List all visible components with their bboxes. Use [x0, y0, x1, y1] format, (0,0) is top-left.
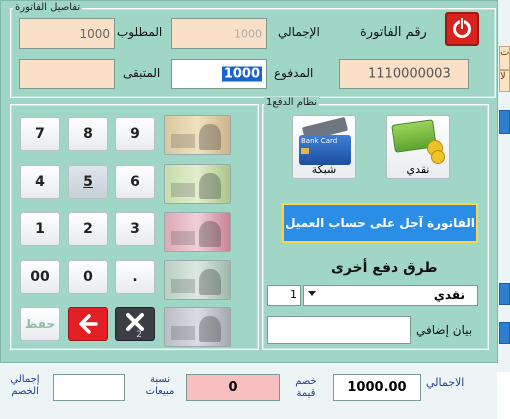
other-methods-label: طرق دفع أخرى — [331, 260, 438, 276]
discount-value: 0 — [228, 380, 238, 395]
close-power-button[interactable] — [445, 12, 479, 46]
banknote-10-building — [171, 326, 195, 340]
payment-dialog: تفاصيل الفاتورة 1000 المطلوب 1000 الإجما… — [0, 0, 498, 363]
total-label: الإجمالي — [278, 25, 320, 39]
required-label: المطلوب — [117, 25, 163, 39]
card-label: شبكة — [311, 163, 337, 176]
footer-total-value: 1000.00 — [347, 380, 407, 395]
banknote-500-building — [171, 134, 195, 148]
invoice-number-value: 1110000003 — [368, 66, 451, 82]
close-icon — [126, 313, 144, 331]
total-discount-label: إجمالي الخصم — [5, 374, 45, 398]
total-discount-label-line2: الخصم — [11, 386, 39, 397]
side-blue-button-1[interactable] — [499, 110, 510, 134]
invoice-number-label: رقم الفاتورة — [360, 25, 427, 40]
key-5[interactable]: 5 — [68, 165, 108, 199]
total-amount-value: 1000 — [234, 27, 262, 40]
banknote-100-building — [171, 231, 195, 245]
card-chip-icon — [301, 148, 309, 154]
coin-icon-2 — [431, 150, 445, 164]
required-amount-value: 1000 — [79, 26, 110, 41]
bank-card-icon: Bank Card — [299, 135, 351, 165]
required-amount-field: 1000 — [19, 18, 115, 49]
key-2[interactable]: 2 — [68, 212, 108, 246]
key-3[interactable]: 3 — [115, 212, 155, 246]
key-7[interactable]: 7 — [20, 117, 60, 151]
side-tile-1-text: ت — [500, 47, 510, 58]
extra-note-label: بيان إضافي — [416, 323, 473, 337]
side-tile-2[interactable]: لا — [499, 70, 510, 92]
discount-value-label-line1: خصم — [295, 376, 317, 387]
invoice-number-field: 1110000003 — [339, 59, 469, 89]
backspace-button[interactable] — [68, 307, 108, 341]
banknote-50-portrait — [199, 269, 221, 295]
save-button[interactable]: حفظ — [20, 307, 60, 341]
banknote-50-building — [171, 279, 195, 293]
total-amount-field: 1000 — [171, 18, 267, 49]
sales-discount-rate-input[interactable] — [53, 374, 125, 401]
paid-amount-input[interactable]: 1000 — [171, 59, 267, 89]
sales-discount-rate-label-line2: مبيعات — [145, 386, 175, 397]
other-method-value: نقدي — [433, 288, 465, 302]
key-00[interactable]: 00 — [20, 260, 60, 294]
power-icon-stem — [460, 18, 464, 29]
key-9[interactable]: 9 — [115, 117, 155, 151]
payment-system-legend: نظام الدفع1 — [264, 97, 319, 109]
clear-button[interactable]: 2 — [115, 307, 155, 341]
banknote-50[interactable] — [164, 260, 231, 300]
banknote-500-portrait — [199, 124, 221, 150]
side-tile-1[interactable]: ت — [499, 46, 510, 70]
other-method-select[interactable]: نقدي — [303, 285, 478, 306]
extra-note-input[interactable] — [267, 316, 411, 344]
arrow-left-icon — [79, 314, 98, 334]
key-1[interactable]: 1 — [20, 212, 60, 246]
other-method-qty-value: 1 — [290, 288, 297, 301]
banknote-100[interactable] — [164, 212, 231, 252]
total-discount-label-line1: إجمالي — [10, 374, 40, 385]
banknote-100-portrait — [199, 221, 221, 247]
sales-discount-rate-label-line1: نسبة — [149, 374, 171, 385]
discount-value-label-line2: قيمة — [296, 388, 316, 399]
banknote-200-building — [171, 183, 195, 197]
banknote-200-portrait — [199, 173, 221, 199]
key-8[interactable]: 8 — [68, 117, 108, 151]
key-6[interactable]: 6 — [115, 165, 155, 199]
key-0[interactable]: 0 — [68, 260, 108, 294]
clear-badge: 2 — [136, 330, 142, 340]
sales-discount-rate-label: نسبة مبيعات — [140, 374, 180, 398]
totals-footer: إجمالي الخصم نسبة مبيعات 0 خصم قيمة 1000… — [0, 364, 497, 419]
banknote-10-portrait — [199, 316, 221, 342]
side-tile-2-text: لا — [500, 71, 506, 82]
paid-amount-value: 1000 — [221, 66, 262, 82]
footer-total-label: الاجمالي — [426, 376, 465, 389]
cash-label: نقدي — [406, 163, 430, 176]
banknote-200[interactable] — [164, 164, 231, 204]
key-decimal[interactable]: . — [115, 260, 155, 294]
chevron-down-icon — [308, 291, 316, 296]
key-4[interactable]: 4 — [20, 165, 60, 199]
footer-total-field: 1000.00 — [333, 374, 421, 401]
invoice-details-legend: تفاصيل الفاتورة — [13, 2, 83, 14]
background-side-panel: ت لا — [497, 0, 510, 372]
paid-label: المدفوع — [274, 66, 314, 80]
remaining-field — [19, 59, 115, 89]
cash-payment-button[interactable]: نقدي — [386, 115, 450, 179]
banknote-500[interactable] — [164, 115, 231, 155]
side-blue-button-2[interactable] — [499, 283, 510, 305]
other-method-qty-input[interactable]: 1 — [267, 285, 301, 306]
card-brand-text: Bank Card — [301, 137, 338, 145]
remaining-label: المتبقى — [123, 66, 161, 80]
discount-value-label: خصم قيمة — [286, 376, 326, 400]
card-payment-button[interactable]: Bank Card شبكة — [292, 115, 356, 179]
discount-value-field: 0 — [186, 374, 280, 401]
deferred-invoice-button[interactable]: الفاتورة آجل على حساب العميل — [282, 203, 478, 243]
banknote-10[interactable] — [164, 307, 231, 347]
side-blue-button-3[interactable] — [499, 322, 510, 344]
